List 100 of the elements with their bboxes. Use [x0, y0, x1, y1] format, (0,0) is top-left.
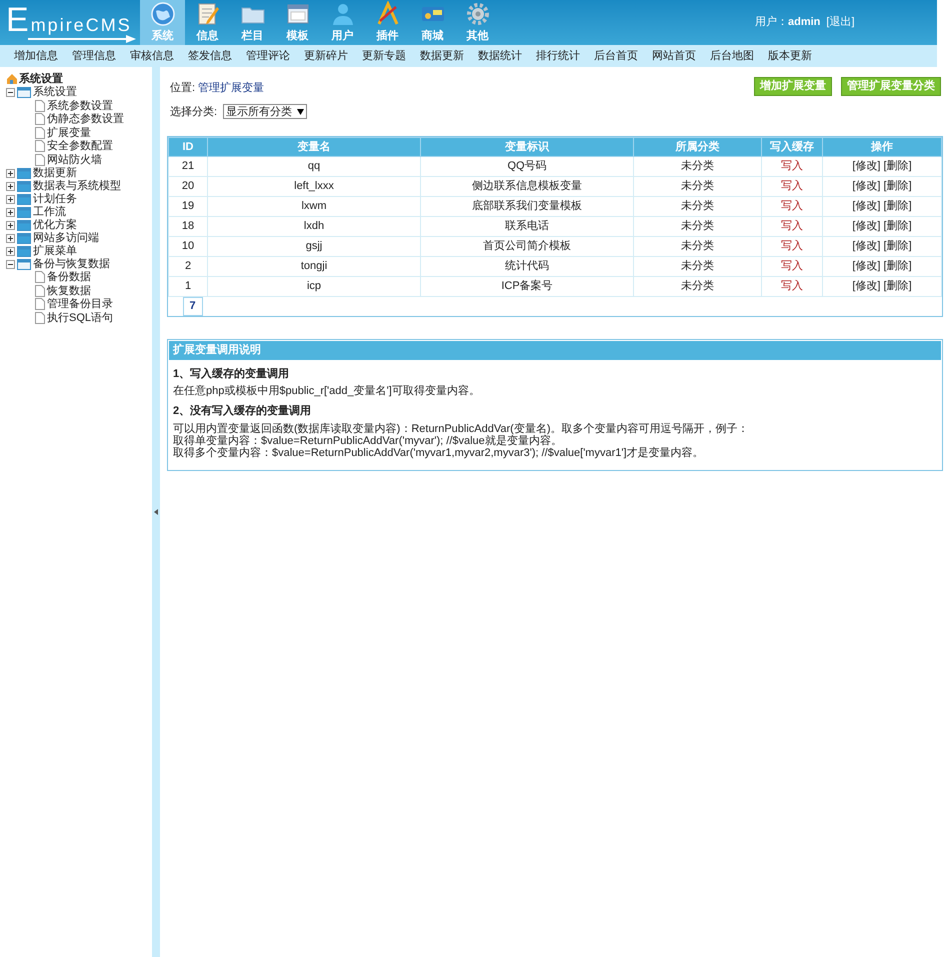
- breadcrumb-link[interactable]: 管理扩展变量: [198, 82, 264, 94]
- user-label: 用户：admin: [755, 14, 820, 30]
- column-header: 写入缓存: [762, 138, 822, 156]
- tree-item[interactable]: 恢复数据: [47, 282, 91, 299]
- help-text: 取得单变量内容：$value=ReturnPublicAddVar('myvar'); //$value就是变量内容。: [173, 434, 563, 446]
- table-cell: gsjj: [208, 236, 420, 256]
- table-cell: 未分类: [634, 256, 762, 276]
- folder-icon: [17, 168, 31, 178]
- page-icon: [34, 271, 45, 284]
- tree-item[interactable]: 扩展变量: [47, 124, 91, 141]
- delete-link[interactable]: [删除]: [884, 200, 912, 212]
- filter-label: 选择分类:: [170, 104, 218, 120]
- help-text: 取得多个变量内容：$value=ReturnPublicAddVar('myvar1,myvar2,myvar3'); //$value['myvar1']才是变量内容。: [173, 446, 705, 458]
- edit-link[interactable]: [修改]: [852, 160, 880, 172]
- tree-item[interactable]: 管理备份目录: [47, 296, 113, 312]
- quick-link[interactable]: 后台地图: [707, 48, 757, 64]
- folder-icon: [17, 180, 31, 192]
- page-icon: [34, 126, 45, 139]
- expand-icon[interactable]: [6, 168, 15, 178]
- column-header: 操作: [822, 138, 942, 156]
- table-cell: 侧边联系信息模板变量: [420, 176, 634, 196]
- table-cell: 19: [168, 196, 208, 216]
- table-cell: lxdh: [208, 216, 420, 236]
- delete-link[interactable]: [删除]: [884, 180, 912, 192]
- table-cell: lxwm: [208, 196, 420, 216]
- quick-link[interactable]: 数据更新: [417, 48, 467, 64]
- delete-link[interactable]: [删除]: [884, 160, 912, 172]
- delete-link[interactable]: [删除]: [884, 260, 912, 272]
- column-header: 变量标识: [420, 138, 634, 156]
- table-cell: 20: [168, 176, 208, 196]
- quick-link[interactable]: 更新碎片: [301, 48, 351, 64]
- table-cell: 联系电话: [420, 216, 634, 236]
- expand-icon[interactable]: [6, 234, 15, 242]
- table-cell: 未分类: [634, 196, 762, 216]
- quick-link[interactable]: 审核信息: [127, 48, 177, 64]
- quick-link[interactable]: 更新专题: [359, 48, 409, 64]
- quick-link[interactable]: 增加信息: [11, 48, 61, 64]
- table-cell: 未分类: [634, 276, 762, 296]
- edit-link[interactable]: [修改]: [852, 220, 880, 232]
- delete-link[interactable]: [删除]: [884, 240, 912, 252]
- tree-item[interactable]: 执行SQL语句: [47, 310, 114, 326]
- home-icon: [6, 73, 18, 85]
- expand-icon[interactable]: [6, 246, 15, 256]
- table-cell: left_lxxx: [208, 176, 420, 196]
- dropdown-caret-icon: [297, 108, 304, 115]
- quick-link[interactable]: 签发信息: [185, 48, 235, 64]
- help-text: 可以用内置变量返回函数(数据库读取变量内容)：ReturnPublicAddVar(变量名)。取多个变量内容可用逗号隔开，例子：: [173, 422, 750, 434]
- breadcrumb-label: 位置:: [170, 82, 196, 94]
- table-cell: 2: [168, 256, 208, 276]
- edit-link[interactable]: [修改]: [852, 240, 880, 252]
- quick-link[interactable]: 版本更新: [765, 48, 815, 64]
- column-header: ID: [168, 138, 208, 156]
- table-cell: 未分类: [634, 236, 762, 256]
- section-heading: 1、写入缓存的变量调用: [173, 366, 290, 382]
- quick-link[interactable]: 数据统计: [475, 48, 525, 64]
- page-number[interactable]: 7: [182, 297, 203, 316]
- delete-link[interactable]: [删除]: [884, 280, 912, 292]
- table-cell: 10: [168, 236, 208, 256]
- edit-link[interactable]: [修改]: [852, 260, 880, 272]
- tools-icon: [374, 0, 400, 27]
- table-cell: 底部联系我们变量模板: [420, 196, 634, 216]
- page-icon: [34, 113, 45, 126]
- edit-link[interactable]: [修改]: [852, 180, 880, 192]
- tree-item[interactable]: 安全参数配置: [47, 138, 113, 154]
- panel-title: 扩展变量调用说明: [169, 340, 941, 360]
- table-cell: 1: [168, 276, 208, 296]
- section-heading: 2、没有写入缓存的变量调用: [173, 404, 312, 419]
- expand-icon[interactable]: [6, 194, 15, 204]
- help-text: 在任意php或模板中用$public_r['add_变量名']可取得变量内容。: [173, 385, 481, 397]
- folder-icon: [17, 246, 31, 256]
- table-cell: QQ号码: [420, 156, 634, 176]
- folder-icon: [17, 87, 31, 98]
- delete-link[interactable]: [删除]: [884, 220, 912, 232]
- folder-icon: [17, 194, 31, 204]
- folder-icon: [17, 232, 31, 244]
- page-icon: [34, 298, 45, 310]
- expand-icon[interactable]: [6, 208, 15, 216]
- column-header: 所属分类: [634, 138, 762, 156]
- quick-link[interactable]: 网站首页: [649, 48, 699, 64]
- table-cell: ICP备案号: [420, 276, 634, 296]
- edit-link[interactable]: [修改]: [852, 200, 880, 212]
- quick-link[interactable]: 管理评论: [243, 48, 293, 64]
- page-icon: [34, 154, 45, 166]
- quick-link[interactable]: 后台首页: [591, 48, 641, 64]
- folder-icon: [17, 206, 31, 218]
- table-cell: tongji: [208, 256, 420, 276]
- collapse-icon[interactable]: [6, 88, 15, 97]
- category-select[interactable]: 显示所有分类: [223, 104, 308, 120]
- sidebar-title: 系统设置: [19, 72, 63, 86]
- tree-item[interactable]: 伪静态参数设置: [47, 111, 124, 128]
- collapse-arrow-icon[interactable]: [154, 509, 158, 515]
- table-cell: qq: [208, 156, 420, 176]
- expand-icon[interactable]: [6, 182, 15, 190]
- table-cell: 统计代码: [420, 256, 634, 276]
- edit-link[interactable]: [修改]: [852, 280, 880, 292]
- quick-link[interactable]: 管理信息: [69, 48, 119, 64]
- table-cell: icp: [208, 276, 420, 296]
- expand-icon[interactable]: [6, 220, 15, 230]
- collapse-icon[interactable]: [6, 260, 15, 268]
- quick-link[interactable]: 排行统计: [533, 48, 583, 64]
